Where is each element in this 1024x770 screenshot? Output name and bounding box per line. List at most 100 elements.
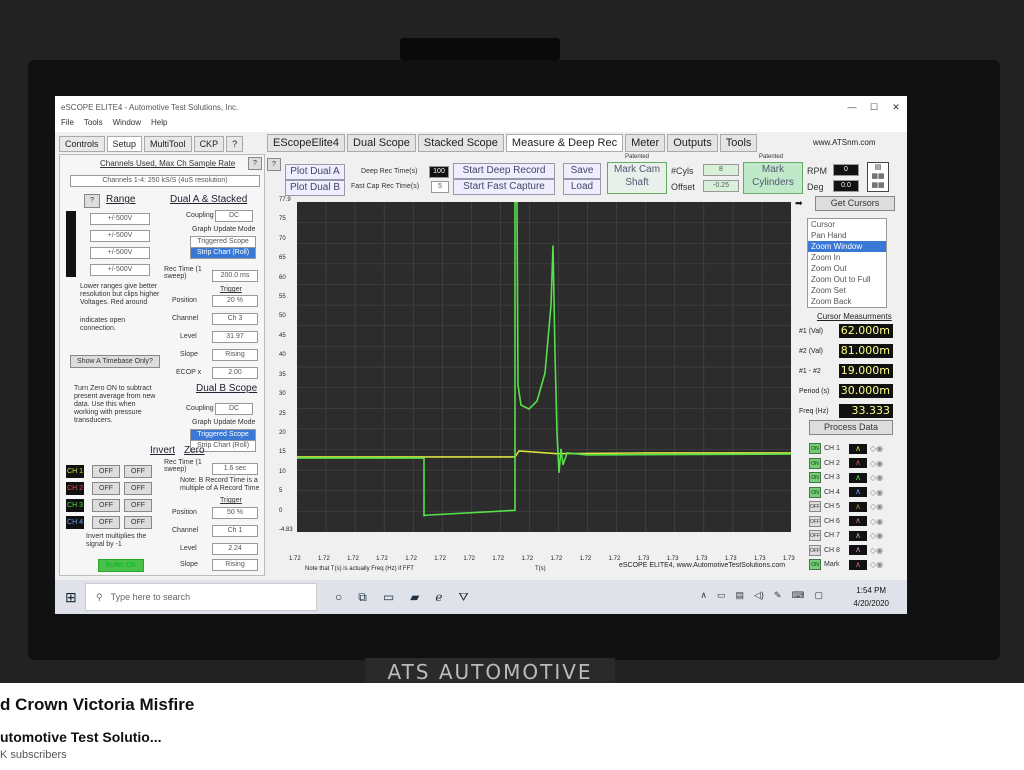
cursor-mode-zoom-back[interactable]: Zoom Back <box>808 296 886 307</box>
invert-ch2-toggle[interactable]: OFF <box>92 482 120 495</box>
zero-ch1-toggle[interactable]: OFF <box>124 465 152 478</box>
plot-dual-a-button[interactable]: Plot Dual A <box>285 164 345 180</box>
tab-setup[interactable]: Setup <box>106 136 143 152</box>
zero-ch4-toggle[interactable]: OFF <box>124 516 152 529</box>
trace-options-icon[interactable]: ◇◉ <box>870 531 883 540</box>
tab-controls[interactable]: Controls <box>59 136 105 152</box>
save-button[interactable]: Save <box>563 163 601 179</box>
tab-dual-scope[interactable]: Dual Scope <box>347 134 416 152</box>
maximize-icon[interactable]: ☐ <box>863 102 885 113</box>
trace-color-icon[interactable]: ∧ <box>849 559 867 570</box>
mark-cam-shaft-button[interactable]: Mark Cam Shaft <box>607 162 667 194</box>
strip-chart-option[interactable]: Strip Chart (Roll) <box>190 247 256 259</box>
trace-color-icon[interactable]: ∧ <box>849 545 867 555</box>
cyls-field[interactable]: 8 <box>703 164 739 176</box>
coupling-b-select[interactable]: DC <box>215 403 253 415</box>
help-button[interactable]: ? <box>248 157 262 170</box>
invert-ch4-toggle[interactable]: OFF <box>92 516 120 529</box>
toolbar-help-button[interactable]: ? <box>267 158 281 171</box>
trace-color-icon[interactable]: ∧ <box>849 530 867 541</box>
clock[interactable]: 1:54 PM 4/20/2020 <box>853 584 889 610</box>
tab-meter[interactable]: Meter <box>625 134 666 152</box>
process-data-button[interactable]: Process Data <box>809 420 893 435</box>
tab-escopeelite4[interactable]: EScopeElite4 <box>267 134 346 152</box>
trace-color-icon[interactable]: ∧ <box>849 472 867 483</box>
range-ch3[interactable]: +/-500V <box>90 247 150 259</box>
channel-b-field[interactable]: Ch 1 <box>212 525 258 537</box>
trace-options-icon[interactable]: ◇◉ <box>870 517 883 526</box>
trace-options-icon[interactable]: ◇◉ <box>870 459 883 468</box>
ecop-field[interactable]: 2.00 <box>212 367 258 379</box>
tab-multitool[interactable]: MultiTool <box>144 136 192 152</box>
channel-on-off-toggle[interactable]: OFF <box>809 530 821 541</box>
timebase-button[interactable]: Show A Timebase Only? <box>70 355 160 368</box>
deep-rec-field[interactable]: 100 <box>429 166 449 178</box>
calculator-icon[interactable]: ▤ ▦▦ ▦▦ <box>867 162 889 192</box>
trace-options-icon[interactable]: ◇◉ <box>870 444 883 453</box>
channel-on-off-toggle[interactable]: OFF <box>809 501 821 512</box>
trace-color-icon[interactable]: ∧ <box>849 458 867 468</box>
trace-options-icon[interactable]: ◇◉ <box>870 546 883 555</box>
menu-file[interactable]: File <box>61 118 74 132</box>
app-icon-1[interactable]: ▭ <box>383 590 394 605</box>
channel-on-off-toggle[interactable]: ON <box>809 472 821 483</box>
trigger-channel-field[interactable]: Ch 3 <box>212 313 258 325</box>
edge-icon[interactable]: ℯ <box>435 590 442 605</box>
cursor-mode-cursor[interactable]: Cursor <box>808 219 886 230</box>
trace-options-icon[interactable]: ◇◉ <box>870 473 883 482</box>
scope-plot[interactable] <box>297 201 792 532</box>
minimize-icon[interactable]: — <box>841 102 863 112</box>
position-b-field[interactable]: 50 % <box>212 507 258 519</box>
level-b-field[interactable]: 2.24 <box>212 543 258 555</box>
pen-icon[interactable]: ✎ <box>774 590 782 601</box>
plot-dual-b-button[interactable]: Plot Dual B <box>285 180 345 196</box>
trace-color-icon[interactable]: ∧ <box>849 487 867 497</box>
start-deep-record-button[interactable]: Start Deep Record <box>453 163 555 179</box>
escope-icon[interactable]: ⛛ <box>459 590 469 605</box>
trace-color-icon[interactable]: ∧ <box>849 516 867 526</box>
coupling-a-select[interactable]: DC <box>215 210 253 222</box>
chevron-up-icon[interactable]: ∧ <box>700 590 707 601</box>
start-fast-capture-button[interactable]: Start Fast Capture <box>453 179 555 195</box>
tab-help[interactable]: ? <box>226 136 244 152</box>
cursor-mode-zoom-set[interactable]: Zoom Set <box>808 285 886 296</box>
menu-window[interactable]: Window <box>113 118 141 132</box>
get-cursors-button[interactable]: Get Cursors <box>815 196 895 211</box>
range-ch1[interactable]: +/-500V <box>90 213 150 225</box>
range-ch4[interactable]: +/-500V <box>90 264 150 276</box>
invert-ch3-toggle[interactable]: OFF <box>92 499 120 512</box>
fast-cap-field[interactable]: 5 <box>431 181 449 193</box>
channel-on-off-toggle[interactable]: OFF <box>809 515 821 527</box>
trace-options-icon[interactable]: ◇◉ <box>870 502 883 511</box>
windows-start-icon[interactable]: ⊞ <box>65 589 77 606</box>
volume-icon[interactable]: ◁) <box>754 590 764 601</box>
cursor-mode-zoom-in[interactable]: Zoom In <box>808 252 886 263</box>
zero-ch2-toggle[interactable]: OFF <box>124 482 152 495</box>
invert-ch1-toggle[interactable]: OFF <box>92 465 120 478</box>
channels-select[interactable]: Channels 1-4: 250 kS/S (4uS resolution) <box>70 175 260 187</box>
offset-field[interactable]: -0.25 <box>703 180 739 192</box>
mark-cylinders-button[interactable]: Mark Cylinders <box>743 162 803 194</box>
level-field[interactable]: 31.97 <box>212 331 258 343</box>
cursor-mode-zoom-out-full[interactable]: Zoom Out to Full <box>808 274 886 285</box>
cursor-mode-zoom-out[interactable]: Zoom Out <box>808 263 886 274</box>
channel-on-off-toggle[interactable]: ON <box>809 559 821 570</box>
tab-outputs[interactable]: Outputs <box>667 134 718 152</box>
rec-time-b-field[interactable]: 1.6 sec <box>212 463 258 475</box>
tab-ckp[interactable]: CKP <box>193 136 225 152</box>
battery-icon[interactable]: ▭ <box>717 590 726 601</box>
trace-color-icon[interactable]: ∧ <box>849 501 867 512</box>
folder-icon[interactable]: ▰ <box>410 590 419 605</box>
trace-color-icon[interactable]: ∧ <box>849 443 867 454</box>
range-help-button[interactable]: ? <box>84 194 100 208</box>
tab-tools[interactable]: Tools <box>719 134 758 152</box>
rec-time-field[interactable]: 200.0 ms <box>212 270 258 282</box>
tab-stacked-scope[interactable]: Stacked Scope <box>417 134 504 152</box>
channel-on-off-toggle[interactable]: OFF <box>809 544 821 556</box>
cortana-icon[interactable]: ○ <box>335 590 342 605</box>
cursor-mode-pan-hand[interactable]: Pan Hand <box>808 230 886 241</box>
position-field[interactable]: 20 % <box>212 295 258 307</box>
network-icon[interactable]: ▤ <box>736 590 745 601</box>
trace-options-icon[interactable]: ◇◉ <box>870 560 883 569</box>
trace-options-icon[interactable]: ◇◉ <box>870 488 883 497</box>
